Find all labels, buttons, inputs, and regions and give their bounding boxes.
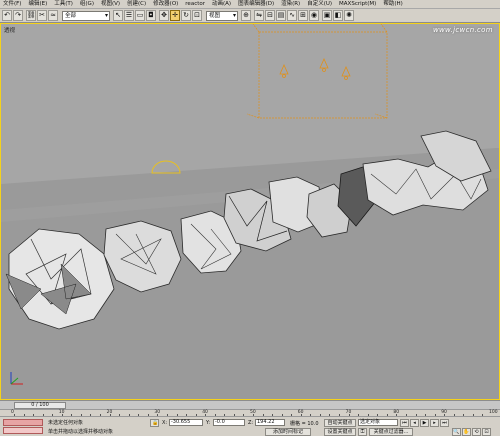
next-frame-icon[interactable]: ▸ — [430, 419, 439, 427]
select-by-name-icon[interactable]: ☰ — [124, 10, 134, 21]
menu-customize[interactable]: 自定义(U) — [307, 0, 332, 9]
prompt-line: 单击并拖动以选择并移动对象 — [48, 429, 114, 435]
auto-key-button[interactable]: 自动关键点 — [324, 419, 356, 427]
render-frame-icon[interactable]: ◧ — [333, 10, 343, 21]
selection-filter-dropdown[interactable]: 全部 — [62, 11, 110, 21]
menu-views[interactable]: 视图(V) — [101, 0, 120, 9]
viewport-label[interactable]: 透视 — [4, 26, 15, 34]
scene-canvas — [1, 24, 499, 399]
select-move-active-icon[interactable]: ✛ — [170, 10, 180, 21]
y-coord-field[interactable]: -0.0 — [213, 419, 245, 426]
z-coord-field[interactable]: 194.22 — [255, 419, 285, 426]
goto-start-icon[interactable]: ⏮ — [400, 419, 409, 427]
window-crossing-icon[interactable]: ◘ — [146, 10, 156, 21]
menu-help[interactable]: 帮助(H) — [383, 0, 402, 9]
watermark-logo: www.jcwcn.com — [433, 26, 493, 34]
select-scale-icon[interactable]: ⊡ — [192, 10, 202, 21]
track-bar-tick-label: 100 — [489, 410, 498, 415]
link-icon[interactable]: ⛓ — [26, 10, 36, 21]
grid-size: 栅格 = 10.0 — [290, 421, 319, 427]
maximize-viewport-icon[interactable]: ⊡ — [482, 428, 491, 436]
goto-end-icon[interactable]: ⏭ — [440, 419, 449, 427]
menu-rendering[interactable]: 渲染(R) — [281, 0, 300, 9]
menu-maxscript[interactable]: MAXScript(M) — [339, 0, 376, 9]
render-setup-icon[interactable]: ▣ — [322, 10, 332, 21]
selected-object-dropdown[interactable]: 选定对象 — [358, 419, 398, 426]
set-key-button[interactable]: 设置关键点 — [324, 428, 356, 436]
play-icon[interactable]: ▶ — [420, 419, 429, 427]
maxscript-listener-bottom[interactable] — [3, 427, 43, 434]
quick-render-icon[interactable]: ✺ — [344, 10, 354, 21]
menu-animation[interactable]: 动画(A) — [212, 0, 231, 9]
frame-slider[interactable]: 0 / 100 — [14, 402, 66, 409]
unlink-icon[interactable]: ✂ — [37, 10, 47, 21]
perspective-viewport[interactable]: 透视 www.jcwcn.com — [0, 23, 500, 400]
pivot-center-icon[interactable]: ⊕ — [241, 10, 251, 21]
layer-manager-icon[interactable]: ▤ — [276, 10, 286, 21]
menu-reactor[interactable]: reactor — [185, 0, 205, 9]
align-icon[interactable]: ⊟ — [265, 10, 275, 21]
y-label: Y: — [206, 420, 211, 426]
key-filters-button[interactable]: 关键点过滤器... — [369, 428, 413, 436]
rectangular-region-icon[interactable]: ▭ — [135, 10, 145, 21]
menu-tools[interactable]: 工具(T) — [54, 0, 73, 9]
select-move-icon[interactable]: ✥ — [159, 10, 169, 21]
curve-editor-icon[interactable]: ∿ — [287, 10, 297, 21]
status-bar: 未选定任何对象 单击并拖动以选择并移动对象 🔒 X: -30.655 Y: -0… — [0, 416, 500, 436]
time-slider-bar[interactable]: 0 / 100 — [0, 400, 500, 409]
material-editor-icon[interactable]: ◉ — [309, 10, 319, 21]
orbit-icon[interactable]: ⟲ — [472, 428, 481, 436]
schematic-view-icon[interactable]: ⊞ — [298, 10, 308, 21]
menu-modifiers[interactable]: 修改器(O) — [153, 0, 178, 9]
track-bar[interactable]: 0 10 20 30 40 50 60 70 80 90 100 — [0, 409, 500, 417]
menu-edit[interactable]: 编辑(E) — [28, 0, 47, 9]
reference-coord-dropdown[interactable]: 视图 — [206, 11, 238, 21]
zoom-icon[interactable]: 🔍 — [452, 428, 461, 436]
menu-create[interactable]: 创建(C) — [127, 0, 146, 9]
select-rotate-icon[interactable]: ↻ — [181, 10, 191, 21]
bind-space-warp-icon[interactable]: ≈ — [48, 10, 58, 21]
x-coord-field[interactable]: -30.655 — [169, 419, 203, 426]
main-toolbar: ↶ ↷ ⛓ ✂ ≈ 全部 ↖ ☰ ▭ ◘ ✥ ✛ ↻ ⊡ 视图 ⊕ ⇋ ⊟ ▤ … — [0, 9, 500, 23]
lock-selection-icon[interactable]: 🔒 — [150, 419, 159, 427]
pan-icon[interactable]: ✋ — [462, 428, 471, 436]
add-time-tag-button[interactable]: 添加时间标记 — [265, 428, 311, 436]
undo-icon[interactable]: ↶ — [2, 10, 12, 21]
menu-file[interactable]: 文件(F) — [3, 0, 21, 9]
menu-group[interactable]: 组(G) — [80, 0, 94, 9]
select-object-icon[interactable]: ↖ — [113, 10, 123, 21]
mirror-icon[interactable]: ⇋ — [254, 10, 264, 21]
z-label: Z: — [248, 420, 254, 426]
menu-graph-editors[interactable]: 图表编辑器(D) — [238, 0, 274, 9]
key-icon[interactable]: ⚿ — [358, 428, 367, 436]
selection-status: 未选定任何对象 — [48, 420, 84, 426]
maxscript-listener-top[interactable] — [3, 419, 43, 426]
menu-bar: 文件(F) 编辑(E) 工具(T) 组(G) 视图(V) 创建(C) 修改器(O… — [0, 0, 500, 9]
prev-frame-icon[interactable]: ◂ — [410, 419, 419, 427]
redo-icon[interactable]: ↷ — [13, 10, 23, 21]
x-label: X: — [162, 420, 168, 426]
